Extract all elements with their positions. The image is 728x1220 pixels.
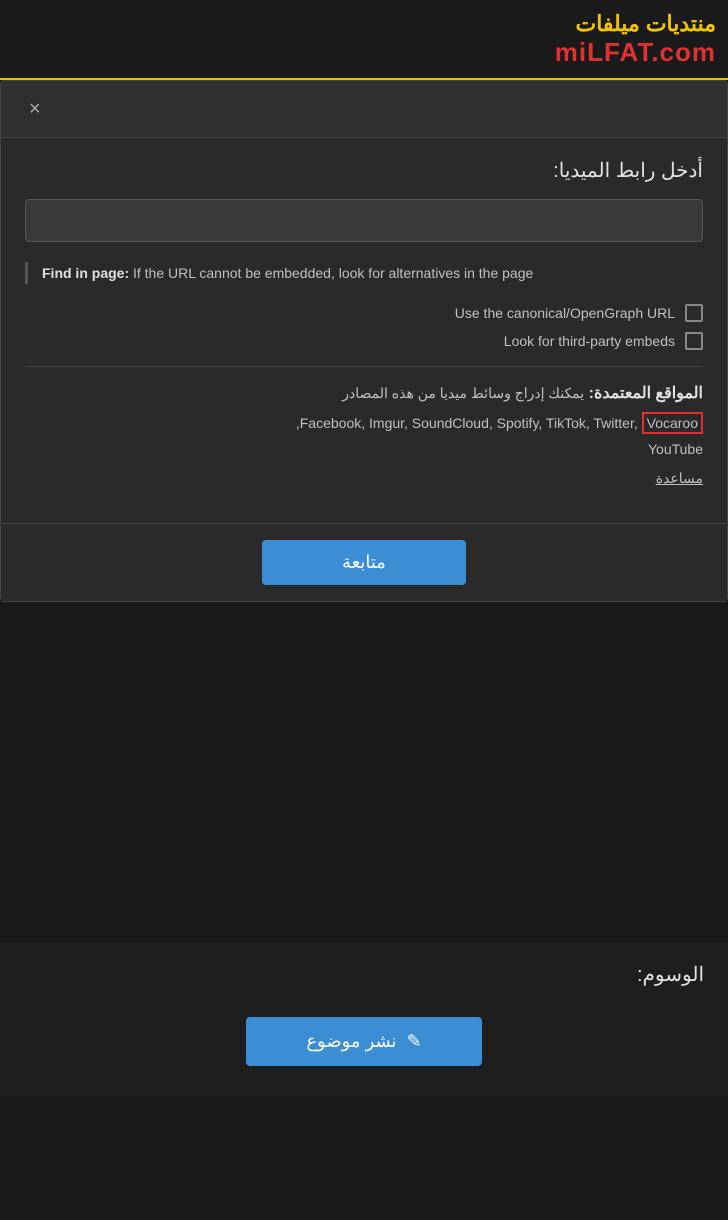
bottom-section: الوسوم: ✎ نشر موضوع xyxy=(0,942,728,1096)
below-modal-area xyxy=(0,602,728,942)
find-in-page-desc: If the URL cannot be embedded, look for … xyxy=(133,265,533,281)
modal-footer: متابعة xyxy=(1,523,727,601)
publish-btn-row: ✎ نشر موضوع xyxy=(24,1007,704,1076)
publish-icon: ✎ xyxy=(407,1031,422,1052)
third-party-embeds-label: Look for third-party embeds xyxy=(504,333,675,349)
find-in-page-label: Find in page: xyxy=(42,265,129,281)
trusted-sites-title: المواقع المعتمدة: يمكنك إدراج وسائط ميدي… xyxy=(25,383,703,403)
trusted-sites-heading: المواقع المعتمدة: xyxy=(589,385,703,402)
youtube-text: YouTube xyxy=(648,441,703,457)
modal-body: أدخل رابط الميديا: Find in page: If the … xyxy=(1,138,727,523)
close-button[interactable]: × xyxy=(21,95,49,123)
tags-label: الوسوم: xyxy=(24,962,704,987)
publish-topic-button[interactable]: ✎ نشر موضوع xyxy=(246,1017,481,1066)
banner-milfat: miLFAT.com xyxy=(555,37,716,68)
continue-button[interactable]: متابعة xyxy=(262,540,466,585)
divider xyxy=(25,366,703,367)
top-banner: منتديات ميلفات miLFAT.com xyxy=(0,0,728,80)
canonical-url-label: Use the canonical/OpenGraph URL xyxy=(455,305,675,321)
trusted-sites-section: المواقع المعتمدة: يمكنك إدراج وسائط ميدي… xyxy=(25,383,703,486)
publish-label: نشر موضوع xyxy=(306,1031,396,1052)
canonical-url-row: Use the canonical/OpenGraph URL xyxy=(25,304,703,322)
logo-area: منتديات ميلفات miLFAT.com xyxy=(555,11,716,68)
third-party-embeds-checkbox[interactable] xyxy=(685,332,703,350)
modal-title: أدخل رابط الميديا: xyxy=(25,158,703,183)
banner-arabic-title: منتديات ميلفات xyxy=(575,11,716,37)
trusted-sites-list: Facebook, Imgur, SoundCloud, Spotify, Ti… xyxy=(25,411,703,461)
modal-header: × xyxy=(1,81,727,138)
media-url-modal: × أدخل رابط الميديا: Find in page: If th… xyxy=(0,80,728,602)
url-input[interactable] xyxy=(25,199,703,242)
help-link[interactable]: مساعدة xyxy=(25,470,703,487)
find-in-page-text: Find in page: If the URL cannot be embed… xyxy=(42,262,703,284)
trusted-sites-subtitle: يمكنك إدراج وسائط ميديا من هذه المصادر xyxy=(342,385,584,401)
third-party-embeds-row: Look for third-party embeds xyxy=(25,332,703,350)
canonical-url-checkbox[interactable] xyxy=(685,304,703,322)
sites-list-text: Facebook, Imgur, SoundCloud, Spotify, Ti… xyxy=(296,412,703,434)
find-in-page-section: Find in page: If the URL cannot be embed… xyxy=(25,262,703,284)
